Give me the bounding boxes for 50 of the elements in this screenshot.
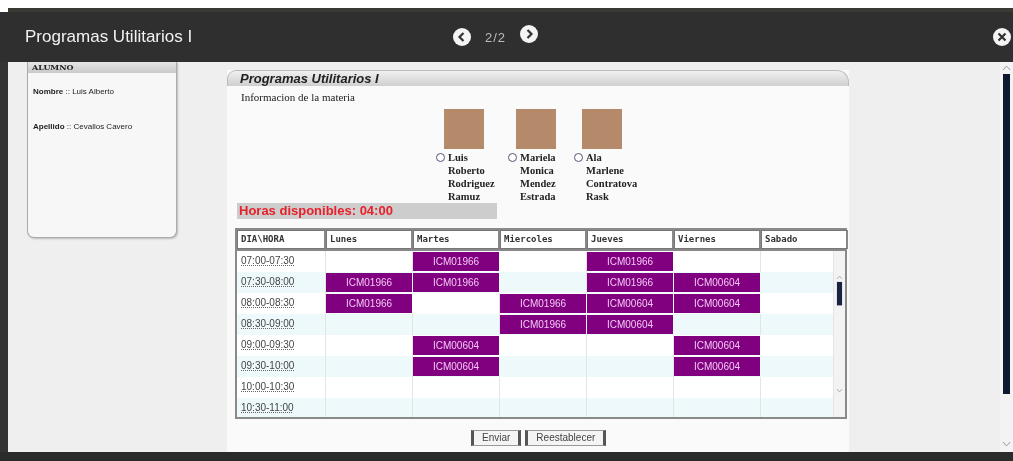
course-block[interactable]: ICM00604	[674, 273, 760, 292]
time-slot-link[interactable]: 08:30-09:00	[237, 314, 326, 335]
panel-heading: Programas Utilitarios I	[227, 70, 849, 86]
course-block[interactable]: ICM01966	[326, 273, 412, 292]
course-block[interactable]: ICM01966	[500, 315, 586, 334]
course-block[interactable]: ICM01966	[326, 294, 412, 313]
photo-placeholder	[444, 109, 484, 149]
professor-name: Mariela Monica Mendez Estrada	[520, 151, 557, 203]
radio-button[interactable]	[436, 153, 445, 162]
student-field: Apellido :: Cevallos Cavero	[33, 122, 176, 131]
column-header: Martes	[413, 230, 500, 249]
panel-heading: ALUMNO	[28, 62, 176, 73]
scrollbar[interactable]	[834, 251, 845, 417]
course-block[interactable]: ICM00604	[587, 315, 673, 334]
radio-button[interactable]	[508, 153, 517, 162]
column-header: Jueves	[587, 230, 674, 249]
previous-icon[interactable]	[453, 28, 471, 46]
professor-name: Luis Roberto Rodriguez Ramuz	[448, 151, 496, 203]
course-block[interactable]: ICM01966	[587, 273, 673, 292]
course-block[interactable]: ICM00604	[674, 357, 760, 376]
window-title: Programas Utilitarios I	[25, 27, 194, 47]
course-block[interactable]: ICM00604	[587, 294, 673, 313]
submit-button[interactable]: Enviar	[471, 430, 522, 446]
info-text: Informacion de la materia	[241, 91, 356, 103]
professor-name: Ala Marlene Contratova Rask	[586, 151, 639, 203]
page-counter: 2/2	[485, 29, 507, 45]
hours-available-label: Horas disponibles: 04:00	[237, 203, 497, 219]
photo-placeholder	[516, 109, 556, 149]
reset-button[interactable]: Reestablecer	[525, 430, 607, 446]
column-header: Sabado	[761, 230, 848, 249]
photo-placeholder	[582, 109, 622, 149]
column-header: Viernes	[674, 230, 761, 249]
column-header: DIA\HORA	[237, 230, 326, 249]
course-block[interactable]: ICM00604	[674, 294, 760, 313]
course-block[interactable]: ICM00604	[413, 336, 499, 355]
close-icon[interactable]	[993, 28, 1011, 46]
course-block[interactable]: ICM01966	[500, 294, 586, 313]
course-block[interactable]: ICM01966	[413, 252, 499, 271]
course-block[interactable]: ICM01966	[413, 273, 499, 292]
student-field: Nombre :: Luis Alberto	[33, 87, 176, 96]
time-slot-link[interactable]: 10:30-11:00	[237, 398, 326, 417]
column-header: Lunes	[326, 230, 413, 249]
time-slot-link[interactable]: 09:30-10:00	[237, 356, 326, 377]
course-block[interactable]: ICM01966	[587, 252, 673, 271]
next-icon[interactable]	[520, 25, 539, 43]
course-block[interactable]: ICM00604	[674, 336, 760, 355]
course-block[interactable]: ICM00604	[413, 357, 499, 376]
page-scrollbar[interactable]	[1000, 62, 1013, 452]
radio-button[interactable]	[574, 153, 583, 162]
column-header: Miercoles	[500, 230, 587, 249]
